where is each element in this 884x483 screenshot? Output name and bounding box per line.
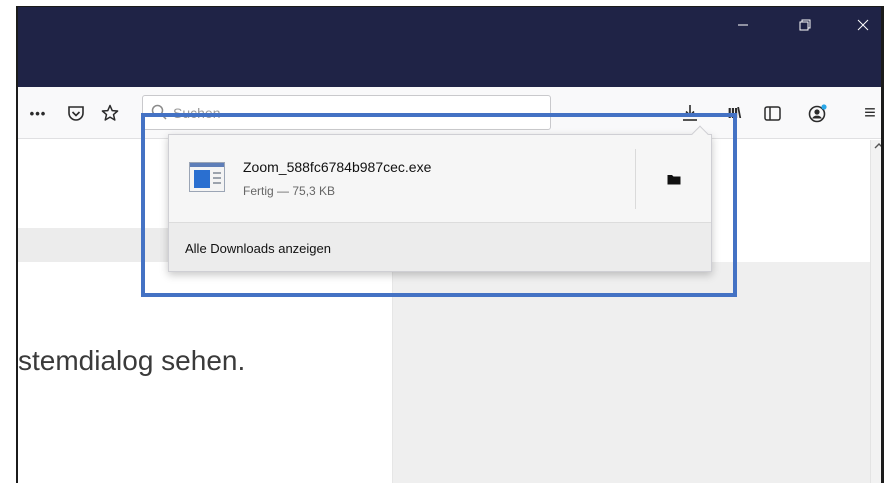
folder-icon	[667, 175, 681, 185]
sidebars-button[interactable]	[758, 99, 786, 127]
sidebar-icon	[763, 105, 781, 121]
star-icon	[101, 104, 119, 121]
account-icon	[808, 104, 827, 123]
restore-icon	[799, 19, 811, 31]
download-status: Fertig — 75,3 KB	[243, 184, 336, 198]
page-actions-more-button[interactable]: •••	[24, 99, 52, 127]
divider	[635, 149, 636, 209]
download-icon	[683, 105, 697, 121]
search-icon	[151, 104, 167, 120]
close-button[interactable]	[838, 7, 884, 43]
exe-file-icon	[189, 162, 225, 192]
restore-button[interactable]	[780, 7, 830, 43]
minimize-icon	[738, 24, 748, 26]
pocket-icon	[68, 105, 84, 121]
search-input[interactable]: Suchen	[142, 95, 551, 130]
open-containing-folder-button[interactable]	[655, 165, 693, 193]
browser-window: ••• Suchen III\ ≡ stemdialog sehen. Zoom…	[16, 6, 884, 483]
downloads-panel: Zoom_588fc6784b987cec.exe Fertig — 75,3 …	[168, 125, 712, 272]
minimize-button[interactable]	[718, 7, 768, 43]
downloads-button[interactable]	[676, 99, 704, 127]
search-placeholder: Suchen	[173, 105, 221, 121]
page-text: stemdialog sehen.	[18, 345, 246, 376]
pocket-button[interactable]	[62, 99, 90, 127]
download-file-name: Zoom_588fc6784b987cec.exe	[243, 159, 432, 175]
open-menu-button[interactable]: ≡	[856, 99, 884, 127]
download-item[interactable]: Zoom_588fc6784b987cec.exe Fertig — 75,3 …	[169, 135, 711, 223]
show-all-downloads-label: Alle Downloads anzeigen	[185, 241, 331, 256]
library-button[interactable]: III\	[720, 99, 748, 127]
show-all-downloads-button[interactable]: Alle Downloads anzeigen	[169, 223, 711, 271]
account-button[interactable]	[804, 99, 832, 127]
page-side-panel	[392, 262, 880, 483]
title-bar	[18, 7, 884, 87]
navigation-toolbar: ••• Suchen III\ ≡	[18, 87, 884, 139]
close-icon	[857, 19, 869, 31]
bookmark-button[interactable]	[96, 99, 124, 127]
